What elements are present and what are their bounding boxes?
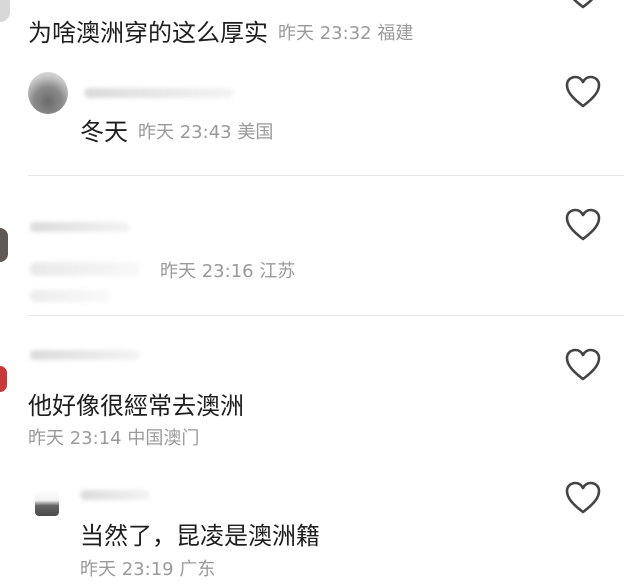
comment-location: 中国澳门 xyxy=(127,428,200,449)
comment-row-2: 冬天 昨天 23:43 美国 xyxy=(80,120,273,144)
comment-time: 昨天 23:43 xyxy=(138,122,232,143)
content-blurred xyxy=(30,262,140,276)
comment-time: 昨天 23:16 xyxy=(160,261,254,282)
comment-location: 广东 xyxy=(179,559,216,580)
username-blurred xyxy=(30,222,130,232)
comment-text: 冬天 xyxy=(80,118,128,146)
comment-location: 美国 xyxy=(237,122,274,143)
username-blurred xyxy=(80,490,150,500)
divider xyxy=(28,175,624,176)
comment-time: 昨天 23:14 xyxy=(28,428,122,449)
comment-text-5: 当然了，昆凌是澳洲籍 xyxy=(80,522,320,550)
comment-text: 为啥澳洲穿的这么厚实 xyxy=(28,19,268,47)
comment-meta-5: 昨天 23:19 广东 xyxy=(80,561,215,579)
content-blurred xyxy=(30,290,110,302)
avatar[interactable] xyxy=(0,366,7,392)
comment-meta-4: 昨天 23:14 中国澳门 xyxy=(28,430,199,448)
comment-meta-3: 昨天 23:16 江苏 xyxy=(160,263,295,281)
username-blurred xyxy=(30,350,140,360)
like-heart-icon[interactable] xyxy=(565,0,601,10)
avatar[interactable] xyxy=(28,72,68,114)
comment-time: 昨天 23:32 xyxy=(278,23,372,44)
divider xyxy=(28,315,624,316)
comment-location: 福建 xyxy=(377,23,414,44)
like-heart-icon[interactable] xyxy=(565,208,601,242)
like-heart-icon[interactable] xyxy=(565,75,601,109)
avatar[interactable] xyxy=(35,490,59,516)
username-blurred xyxy=(84,88,234,98)
comment-row-1: 为啥澳洲穿的这么厚实 昨天 23:32 福建 xyxy=(28,21,413,45)
comment-text-4: 他好像很經常去澳洲 xyxy=(28,392,244,420)
avatar[interactable] xyxy=(0,0,10,22)
comment-location: 江苏 xyxy=(259,261,296,282)
like-heart-icon[interactable] xyxy=(565,348,601,382)
comment-time: 昨天 23:19 xyxy=(80,559,174,580)
avatar[interactable] xyxy=(0,228,8,262)
like-heart-icon[interactable] xyxy=(565,481,601,515)
